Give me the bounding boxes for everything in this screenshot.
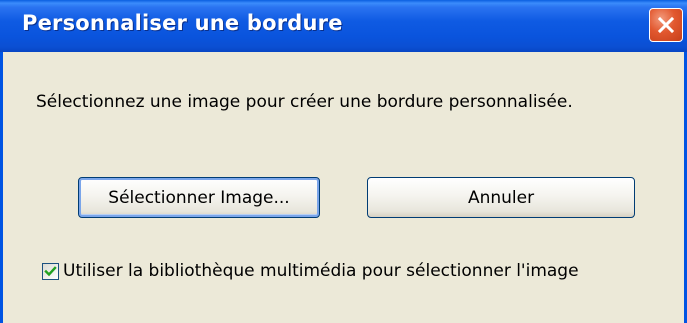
media-library-checkbox-row[interactable]: Utiliser la bibliothèque multimédia pour… bbox=[42, 261, 579, 281]
dialog-window: Personnaliser une bordure Sélectionnez u… bbox=[0, 0, 687, 323]
close-icon bbox=[657, 16, 675, 34]
media-library-checkbox-label: Utiliser la bibliothèque multimédia pour… bbox=[63, 261, 579, 281]
cancel-button[interactable]: Annuler bbox=[367, 177, 635, 218]
cancel-button-label: Annuler bbox=[467, 187, 535, 208]
media-library-checkbox[interactable] bbox=[42, 262, 59, 280]
checkmark-icon bbox=[44, 265, 57, 276]
select-image-button-label: Sélectionner Image... bbox=[108, 187, 290, 208]
title-bar[interactable]: Personnaliser une bordure bbox=[0, 0, 687, 52]
select-image-button[interactable]: Sélectionner Image... bbox=[78, 177, 320, 218]
close-button[interactable] bbox=[649, 8, 683, 42]
window-title: Personnaliser une bordure bbox=[22, 11, 343, 35]
dialog-message: Sélectionnez une image pour créer une bo… bbox=[36, 92, 573, 112]
